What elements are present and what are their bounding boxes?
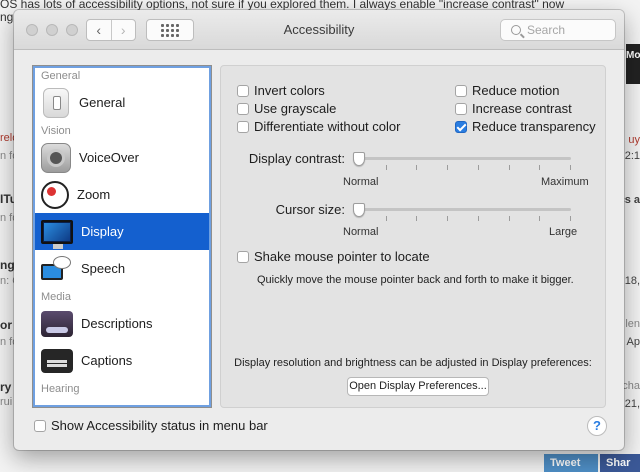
- checkbox-label: Increase contrast: [472, 101, 572, 116]
- display-preferences-info: Display resolution and brightness can be…: [234, 357, 592, 369]
- checkbox-box[interactable]: [237, 120, 249, 133]
- voiceover-icon: [41, 142, 71, 173]
- display-contrast-label: Display contrast:: [248, 151, 345, 166]
- increase-contrast-checkbox[interactable]: Increase contrast: [455, 101, 572, 116]
- speech-icon: [41, 255, 73, 282]
- reduce-transparency-checkbox[interactable]: Reduce transparency: [455, 119, 596, 134]
- display-contrast-slider-track[interactable]: [355, 157, 571, 160]
- cursor-size-label: Cursor size:: [275, 202, 345, 217]
- sidebar-item-label: Zoom: [77, 187, 111, 202]
- facebook-share-button[interactable]: Shar: [600, 454, 640, 472]
- slider-tick: [509, 165, 510, 170]
- slider-tick: [539, 165, 540, 170]
- sidebar-item-captions[interactable]: Captions: [35, 342, 209, 379]
- sidebar-item-label: Display: [81, 224, 124, 239]
- differentiate-without-color-checkbox[interactable]: Differentiate without color: [237, 119, 400, 134]
- background-text: cha: [622, 380, 640, 392]
- background-text: uy: [628, 134, 640, 146]
- cursor-size-slider-thumb[interactable]: [353, 203, 365, 217]
- section-header-general: General: [41, 70, 81, 82]
- background-text: ng: [0, 10, 14, 24]
- section-header-media: Media: [41, 291, 71, 303]
- sidebar-item-general[interactable]: General: [35, 84, 209, 121]
- category-sidebar[interactable]: General General Vision VoiceOver Zoom Di…: [32, 65, 212, 408]
- title-bar: ‹ › Accessibility Search: [14, 10, 624, 50]
- slider-tick: [509, 216, 510, 221]
- general-icon: [43, 87, 69, 118]
- sidebar-item-label: Descriptions: [81, 316, 153, 331]
- checkbox-box[interactable]: [455, 102, 467, 115]
- shake-pointer-checkbox[interactable]: Shake mouse pointer to locate: [237, 249, 430, 264]
- background-menu-tab: Mor: [626, 44, 640, 84]
- slider-tick: [539, 216, 540, 221]
- slider-tick: [447, 165, 448, 170]
- captions-icon: [41, 348, 73, 373]
- sidebar-item-zoom[interactable]: Zoom: [35, 176, 209, 213]
- sidebar-item-label: Speech: [81, 261, 126, 276]
- checkbox-box[interactable]: [237, 250, 249, 263]
- search-icon: [511, 25, 521, 35]
- background-text: rui: [0, 396, 13, 408]
- show-status-menu-bar-checkbox[interactable]: Show Accessibility status in menu bar: [34, 418, 268, 433]
- checkbox-box[interactable]: [237, 102, 249, 115]
- checkbox-label: Use grayscale: [254, 101, 337, 116]
- sidebar-item-display[interactable]: Display: [35, 213, 209, 250]
- sidebar-item-speech[interactable]: Speech: [35, 250, 209, 287]
- slider-tick: [478, 216, 479, 221]
- display-icon: [41, 219, 73, 249]
- sidebar-item-label: VoiceOver: [79, 150, 139, 165]
- tweet-button[interactable]: Tweet: [544, 454, 598, 472]
- slider-tick: [416, 216, 417, 221]
- cursor-size-slider-track[interactable]: [355, 208, 571, 211]
- descriptions-icon: [41, 310, 73, 337]
- slider-tick: [478, 165, 479, 170]
- search-placeholder: Search: [527, 23, 566, 37]
- display-contrast-slider-thumb[interactable]: [353, 152, 365, 166]
- cursor-size-max-label: Large: [549, 226, 578, 238]
- slider-tick: [570, 165, 571, 170]
- cursor-size-min-label: Normal: [343, 226, 379, 238]
- checkbox-label: Shake mouse pointer to locate: [254, 249, 430, 264]
- checkbox-box[interactable]: [455, 84, 467, 97]
- section-header-hearing: Hearing: [41, 383, 80, 395]
- search-field[interactable]: Search: [500, 19, 616, 41]
- shake-pointer-description: Quickly move the mouse pointer back and …: [257, 274, 574, 286]
- background-text: ng: [0, 258, 15, 272]
- background-text: Ap: [626, 336, 640, 348]
- invert-colors-checkbox[interactable]: Invert colors: [237, 83, 325, 98]
- display-contrast-max-label: Maximum: [541, 176, 589, 188]
- background-text: 2:1: [624, 150, 640, 162]
- use-grayscale-checkbox[interactable]: Use grayscale: [237, 101, 336, 116]
- help-button[interactable]: ?: [587, 416, 607, 436]
- background-text: ry: [0, 380, 12, 394]
- checkbox-label: Differentiate without color: [254, 119, 401, 134]
- sidebar-item-label: General: [79, 95, 126, 110]
- sidebar-item-voiceover[interactable]: VoiceOver: [35, 139, 209, 176]
- checkbox-label: Reduce transparency: [472, 119, 596, 134]
- checkbox-label: Invert colors: [254, 83, 325, 98]
- section-header-vision: Vision: [41, 125, 71, 137]
- background-text: len: [625, 318, 640, 330]
- checkbox-label: Show Accessibility status in menu bar: [51, 418, 268, 433]
- reduce-motion-checkbox[interactable]: Reduce motion: [455, 83, 559, 98]
- checkbox-box[interactable]: [34, 419, 46, 432]
- slider-tick: [570, 216, 571, 221]
- slider-tick: [447, 216, 448, 221]
- accessibility-window: ‹ › Accessibility Search General General…: [14, 10, 624, 450]
- checkbox-box[interactable]: [237, 84, 249, 97]
- display-settings-panel: Invert colors Use grayscale Differentiat…: [220, 65, 606, 408]
- checkbox-label: Reduce motion: [472, 83, 560, 98]
- display-contrast-min-label: Normal: [343, 176, 379, 188]
- background-text: 21,: [624, 398, 640, 410]
- sidebar-item-descriptions[interactable]: Descriptions: [35, 305, 209, 342]
- slider-tick: [386, 216, 387, 221]
- background-text: 18,: [624, 275, 640, 287]
- zoom-icon: [41, 180, 69, 209]
- checkbox-box-checked[interactable]: [455, 120, 467, 133]
- open-display-preferences-button[interactable]: Open Display Preferences...: [347, 377, 489, 396]
- sidebar-item-label: Captions: [81, 353, 133, 368]
- slider-tick: [386, 165, 387, 170]
- slider-tick: [416, 165, 417, 170]
